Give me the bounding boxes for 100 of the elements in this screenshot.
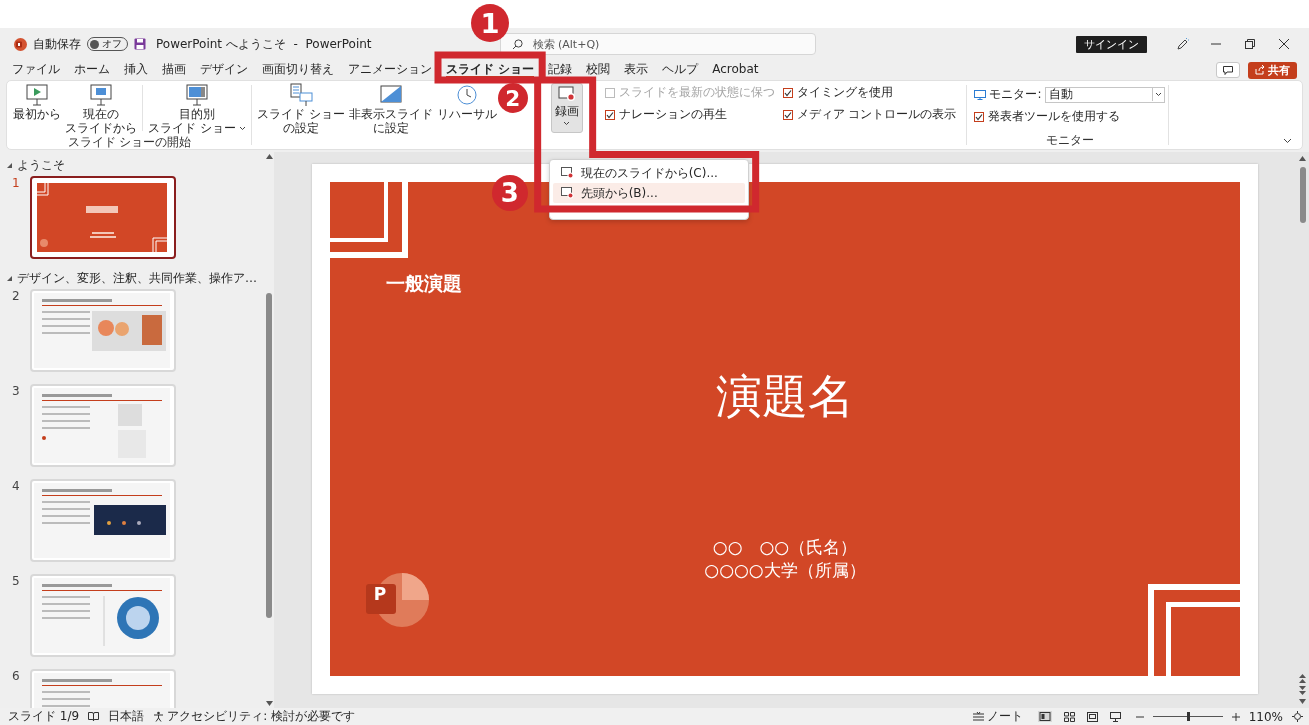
ribbon-button[interactable]: 最初から [11, 83, 63, 121]
settings-icon [287, 83, 314, 107]
previous-slide-icon[interactable] [1299, 674, 1306, 683]
checkbox-option[interactable]: ナレーションの再生 [604, 108, 775, 121]
section-title[interactable]: デザイン、変形、注釈、共同作業、操作ア… [17, 270, 257, 287]
slider-thumb[interactable] [1186, 712, 1190, 721]
ribbon-tab[interactable]: 描画 [162, 62, 186, 78]
ribbon-tab[interactable]: 画面切り替え [262, 62, 334, 78]
search-field[interactable]: 検索 (Alt+Q) [499, 33, 816, 55]
ribbon-button[interactable]: 現在の スライドから [63, 83, 139, 135]
scrollbar-thumb[interactable] [1299, 167, 1306, 223]
ribbon-button[interactable]: 非表示スライド に設定 [346, 83, 435, 135]
ribbon-tab[interactable]: スライド ショー [446, 62, 535, 78]
menu-item[interactable]: 現在のスライドから(C)... [552, 163, 745, 183]
ribbon-tab[interactable]: Acrobat [712, 62, 759, 78]
accessibility-icon[interactable] [153, 711, 165, 722]
section-title[interactable]: ようこそ [17, 157, 65, 174]
accessibility-status[interactable]: アクセシビリティ: 検討が必要です [167, 708, 355, 725]
notes-icon [972, 712, 984, 721]
ribbon-button[interactable]: リハーサル [434, 83, 499, 121]
scroll-up-icon[interactable] [1299, 156, 1306, 161]
slide-title: 演題名 [715, 368, 855, 425]
speech-bubble-icon [1223, 65, 1233, 75]
ribbon-tab[interactable]: ファイル [12, 62, 60, 78]
record-button[interactable]: 録画 [550, 83, 583, 133]
ribbon-tab[interactable]: 記録 [548, 62, 573, 78]
collapse-ribbon-icon[interactable] [1283, 138, 1292, 144]
document-title: PowerPoint へようこそ - PowerPoint [156, 35, 372, 53]
monitor-dropdown[interactable]: 自動 [1044, 86, 1165, 103]
screen-icon [183, 83, 210, 107]
record-screen-icon [560, 187, 574, 199]
slide-number: 3 [11, 384, 21, 398]
section-toggle-icon[interactable] [6, 275, 13, 282]
ribbon-tab[interactable]: ヘルプ [662, 62, 699, 78]
slide-tag: 一般演題 [386, 271, 462, 297]
checkbox[interactable] [974, 111, 985, 122]
caret-icon [238, 125, 246, 131]
scroll-down-icon[interactable] [1299, 699, 1306, 704]
ribbon-tab[interactable]: 校閲 [586, 62, 611, 78]
slide-number: 5 [11, 574, 21, 588]
zoom-percent[interactable]: 110% [1248, 709, 1283, 724]
logo-drawing [364, 572, 430, 628]
comment-button[interactable] [1216, 62, 1240, 78]
pen-icon[interactable] [1175, 37, 1189, 51]
slide-number: 2 [11, 289, 21, 303]
restore-icon[interactable] [1245, 39, 1255, 49]
ribbon-tab[interactable]: アニメーション [348, 62, 432, 78]
language-label[interactable]: 日本語 [108, 708, 145, 725]
sorter-view-icon[interactable] [1063, 711, 1075, 722]
ribbon-tab[interactable]: 表示 [624, 62, 649, 78]
slide-number: 1 [11, 176, 21, 190]
book-icon[interactable] [88, 712, 100, 721]
caret-icon [563, 121, 571, 126]
checkbox[interactable] [782, 87, 793, 98]
checkbox-option[interactable]: メディア コントロールの表示 [782, 108, 957, 121]
section-toggle-icon[interactable] [6, 162, 13, 169]
ribbon-button[interactable]: 目的別 スライド ショー [146, 83, 248, 135]
notes-button[interactable]: ノート [972, 708, 1023, 725]
slide-thumbnail[interactable] [30, 176, 176, 259]
checkbox-option[interactable]: タイミングを使用 [782, 86, 957, 99]
menu-item[interactable]: 先頭から(B)... [552, 183, 745, 203]
group-label: モニター [1044, 133, 1095, 149]
next-slide-icon[interactable] [1299, 686, 1306, 695]
caret-icon [1154, 92, 1162, 97]
record-screen-icon [560, 167, 574, 179]
normal-view-icon[interactable] [1037, 711, 1052, 722]
slide-show-icon[interactable] [1109, 711, 1121, 722]
slide-count: スライド 1/9 [8, 708, 80, 725]
presenter-text: ○○○○大学（所属） [704, 559, 866, 582]
autosave-label: 自動保存 [33, 35, 81, 53]
scroll-up-icon[interactable] [265, 154, 273, 159]
checkbox-option[interactable]: 発表者ツールを使用する [974, 110, 1121, 123]
group-label: スライド ショーの開始 [66, 135, 193, 150]
share-button[interactable]: 共有 [1248, 61, 1297, 79]
close-icon[interactable] [1279, 39, 1289, 49]
checkbox[interactable] [604, 109, 615, 120]
screen-icon [88, 83, 114, 107]
slide-number: 6 [11, 669, 21, 683]
monitor-icon [974, 89, 987, 100]
checkbox[interactable] [782, 109, 793, 120]
fit-to-window-icon[interactable] [1292, 711, 1303, 722]
ribbon-tab[interactable]: デザイン [200, 62, 248, 78]
sign-in-button[interactable]: サインイン [1076, 35, 1147, 53]
scrollbar-thumb[interactable] [266, 293, 272, 618]
presenter-text: ○○ ○○（氏名） [712, 536, 858, 559]
ribbon-tab[interactable]: ホーム [74, 62, 110, 78]
share-icon [1255, 65, 1265, 75]
scroll-down-icon[interactable] [265, 701, 273, 706]
record-screen-icon [557, 86, 576, 102]
search-icon [511, 39, 523, 50]
zoom-slider[interactable] [1152, 712, 1223, 721]
monitor-label: モニター: [989, 86, 1042, 103]
slide-number: 4 [11, 479, 21, 493]
reading-view-icon[interactable] [1086, 711, 1098, 722]
logo-letter: P [372, 584, 388, 604]
ribbon-button[interactable]: スライド ショー の設定 [254, 83, 347, 135]
ribbon-tab[interactable]: 挿入 [124, 62, 148, 78]
app-logo-icon [14, 37, 27, 51]
zoom-in-icon[interactable] [1231, 712, 1240, 721]
save-icon[interactable] [134, 38, 146, 50]
